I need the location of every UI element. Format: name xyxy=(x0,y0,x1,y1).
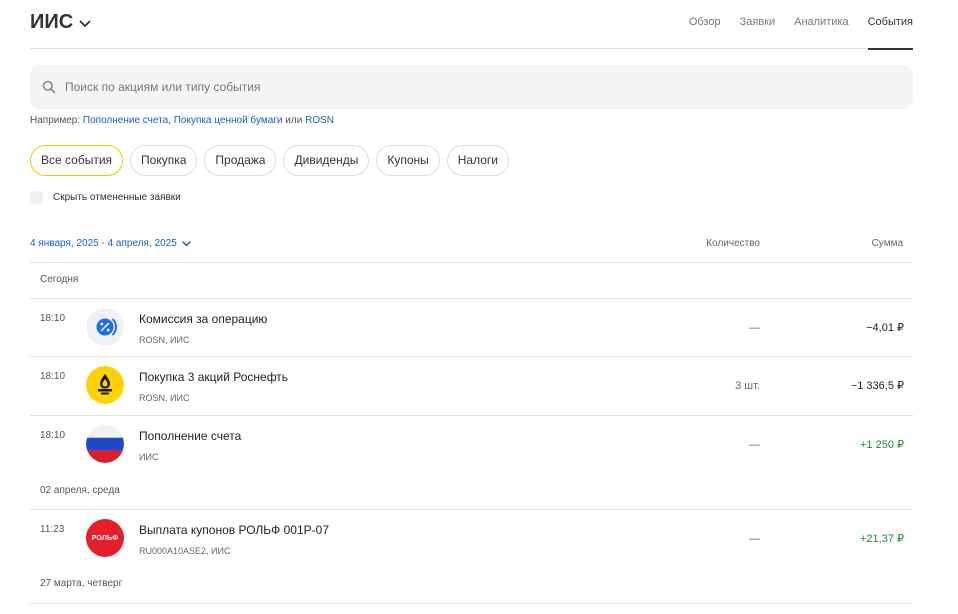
event-name: Комиссия за операцию xyxy=(139,312,268,326)
russia-flag-icon xyxy=(86,425,124,463)
rolf-logo: РОЛЬФ xyxy=(86,519,124,557)
event-time: 18:10 xyxy=(40,371,66,382)
search-icon xyxy=(42,80,56,94)
table-header: 4 января, 2025 - 4 апреля, 2025 Количест… xyxy=(30,229,913,263)
filter-all-events[interactable]: Все события xyxy=(30,145,124,176)
tab-orders[interactable]: Заявки xyxy=(740,0,776,49)
date-range-label: 4 января, 2025 - 4 апреля, 2025 xyxy=(30,238,177,249)
event-sum: +21,37 ₽ xyxy=(859,533,904,545)
hint-or: или xyxy=(285,115,303,126)
event-subtitle: RU000A10ASE2, ИИС xyxy=(139,546,231,556)
search-input[interactable] xyxy=(65,80,885,94)
date-range-selector[interactable]: 4 января, 2025 - 4 апреля, 2025 xyxy=(30,238,191,249)
event-subtitle: ROSN, ИИС xyxy=(139,393,190,403)
event-row[interactable]: 11:23 РОЛЬФ Выплата купонов РОЛЬФ 001P-0… xyxy=(30,510,913,568)
search-box[interactable] xyxy=(30,65,913,109)
event-time: 11:23 xyxy=(40,524,65,535)
event-row[interactable]: 18:10 Комиссия за операцию ROSN, ИИС — −… xyxy=(30,299,913,357)
event-subtitle: ROSN, ИИС xyxy=(139,335,190,345)
divider xyxy=(30,603,913,604)
event-subtitle: ИИС xyxy=(139,452,159,462)
filter-coupons[interactable]: Купоны xyxy=(376,145,440,176)
filter-dividends[interactable]: Дивиденды xyxy=(283,145,370,176)
group-label-date: 02 апреля, среда xyxy=(40,485,120,496)
event-name: Покупка 3 акций Роснефть xyxy=(139,370,289,384)
event-quantity: — xyxy=(749,533,760,545)
percent-icon xyxy=(86,308,124,346)
tab-events[interactable]: События xyxy=(867,0,914,50)
event-time: 18:10 xyxy=(40,313,66,324)
group-label-today: Сегодня xyxy=(40,274,79,285)
hint-link-deposit[interactable]: Пополнение счета xyxy=(83,115,168,126)
event-quantity: — xyxy=(749,322,760,334)
hint-link-purchase[interactable]: Покупка ценной бумаги xyxy=(174,115,283,126)
rolf-logo-text: РОЛЬФ xyxy=(91,534,119,542)
event-time: 18:10 xyxy=(40,430,66,441)
tab-analytics[interactable]: Аналитика xyxy=(794,0,848,49)
hint-link-rosn[interactable]: ROSN xyxy=(305,115,334,126)
column-quantity: Количество xyxy=(706,238,760,249)
hint-prefix: Например: xyxy=(30,115,81,126)
rosneft-logo xyxy=(86,366,124,404)
search-hint: Например: Пополнение счета, Покупка ценн… xyxy=(30,115,334,126)
account-selector[interactable]: ИИС xyxy=(30,11,91,34)
nav-tabs: Обзор Заявки Аналитика События xyxy=(689,0,914,50)
event-row[interactable]: 18:10 Пополнение счета ИИС — +1 250 ₽ xyxy=(30,416,913,474)
filter-purchase[interactable]: Покупка xyxy=(130,145,198,176)
hide-cancelled-label: Скрыть отмененные заявки xyxy=(53,192,181,203)
chevron-down-icon xyxy=(79,20,91,27)
tab-overview[interactable]: Обзор xyxy=(689,0,721,49)
group-label-date: 27 марта, четверг xyxy=(40,578,123,589)
event-quantity: 3 шт. xyxy=(735,380,760,392)
event-name: Пополнение счета xyxy=(139,429,242,443)
event-sum: +1 250 ₽ xyxy=(859,439,904,451)
event-sum: −4,01 ₽ xyxy=(866,322,904,334)
filter-taxes[interactable]: Налоги xyxy=(446,145,509,176)
hide-cancelled-toggle[interactable]: Скрыть отмененные заявки xyxy=(30,191,181,204)
event-row[interactable]: 18:10 Покупка 3 акций Роснефть ROSN, ИИС… xyxy=(30,357,913,415)
event-quantity: — xyxy=(749,439,760,451)
event-sum: −1 336,5 ₽ xyxy=(850,380,904,392)
page: ИИС Обзор Заявки Аналитика События Напри… xyxy=(0,0,958,614)
header: ИИС Обзор Заявки Аналитика События xyxy=(30,0,914,50)
event-filters: Все события Покупка Продажа Дивиденды Ку… xyxy=(30,145,509,176)
hide-cancelled-checkbox[interactable] xyxy=(30,191,43,204)
event-name: Выплата купонов РОЛЬФ 001P-07 xyxy=(139,523,329,537)
chevron-down-icon xyxy=(182,240,191,246)
hint-separator: , xyxy=(168,115,171,126)
column-sum: Сумма xyxy=(871,238,903,249)
filter-sale[interactable]: Продажа xyxy=(204,145,277,176)
page-title: ИИС xyxy=(30,11,74,33)
